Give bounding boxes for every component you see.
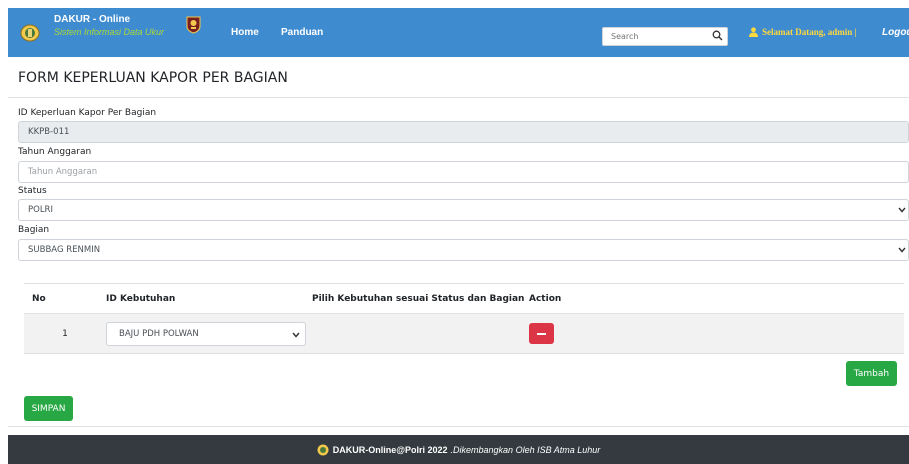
kebutuhan-value: BAJU PDH POLWAN [119, 328, 199, 339]
search-input[interactable] [603, 28, 703, 45]
id-label: ID Keperluan Kapor Per Bagian [18, 108, 157, 118]
status-select[interactable]: POLRI [18, 199, 909, 221]
divider [8, 97, 909, 98]
dakur-logo-icon[interactable] [20, 24, 40, 42]
row-kebutuhan-cell: BAJU PDH POLWAN [106, 313, 312, 354]
id-kebutuhan-select[interactable]: BAJU PDH POLWAN [106, 321, 306, 346]
brand-title: DAKUR - Online [54, 14, 131, 25]
remove-row-button[interactable] [529, 323, 554, 344]
search-box [602, 27, 728, 46]
header-action: Action [529, 283, 904, 314]
header-no: No [24, 283, 106, 314]
tahun-label: Tahun Anggaran [18, 147, 92, 157]
minus-icon [537, 332, 546, 335]
brand[interactable]: DAKUR - Online Sistem Informasi Data Uku… [54, 14, 164, 38]
nav-panduan-link[interactable]: Panduan [281, 27, 323, 38]
header-id-kebutuhan: ID Kebutuhan [106, 283, 312, 314]
top-navbar: DAKUR - Online Sistem Informasi Data Uku… [8, 8, 909, 57]
chevron-down-icon [898, 207, 906, 213]
chevron-down-icon [898, 247, 906, 253]
row-pilih-cell [312, 313, 529, 354]
kebutuhan-table: No ID Kebutuhan Pilih Kebutuhan sesuai S… [24, 283, 904, 354]
user-icon [749, 27, 758, 37]
footer: DAKUR-Online@Polri 2022 .Dikembangkan Ol… [8, 435, 909, 464]
bagian-select[interactable]: SUBBAG RENMIN [18, 239, 909, 261]
footer-brand: DAKUR-Online@Polri 2022 [332, 444, 448, 455]
tahun-placeholder: Tahun Anggaran [28, 167, 98, 177]
welcome-user[interactable]: Selamat Datang, admin | [749, 27, 857, 37]
tambah-button[interactable]: Tambah [846, 361, 897, 386]
tahun-anggaran-input[interactable]: Tahun Anggaran [18, 161, 909, 183]
polri-emblem-icon [186, 16, 201, 34]
table-row: 1 BAJU PDH POLWAN [24, 313, 904, 354]
table-header-row: No ID Kebutuhan Pilih Kebutuhan sesuai S… [24, 283, 904, 314]
id-field: KKPB-011 [18, 121, 909, 143]
page-title: FORM KEPERLUAN KAPOR PER BAGIAN [18, 70, 288, 86]
id-value: KKPB-011 [28, 127, 70, 137]
header-pilih-kebutuhan: Pilih Kebutuhan sesuai Status dan Bagian [312, 283, 529, 314]
nav-home-link[interactable]: Home [231, 27, 259, 38]
logout-link[interactable]: Logout [882, 27, 909, 38]
chevron-down-icon [292, 332, 300, 338]
search-icon[interactable] [712, 30, 723, 41]
bagian-label: Bagian [18, 225, 50, 235]
brand-subtitle: Sistem Informasi Data Ukur [54, 27, 165, 37]
divider [8, 426, 909, 427]
footer-credit: .Dikembangkan Oleh ISB Atma Luhur [450, 444, 601, 455]
bagian-value: SUBBAG RENMIN [28, 245, 101, 255]
status-label: Status [18, 186, 47, 196]
welcome-text: Selamat Datang, admin | [762, 27, 857, 37]
row-no: 1 [24, 313, 106, 354]
status-value: POLRI [28, 205, 53, 215]
row-action-cell [529, 313, 904, 354]
simpan-button[interactable]: SIMPAN [24, 396, 73, 421]
dakur-logo-icon [317, 444, 329, 455]
